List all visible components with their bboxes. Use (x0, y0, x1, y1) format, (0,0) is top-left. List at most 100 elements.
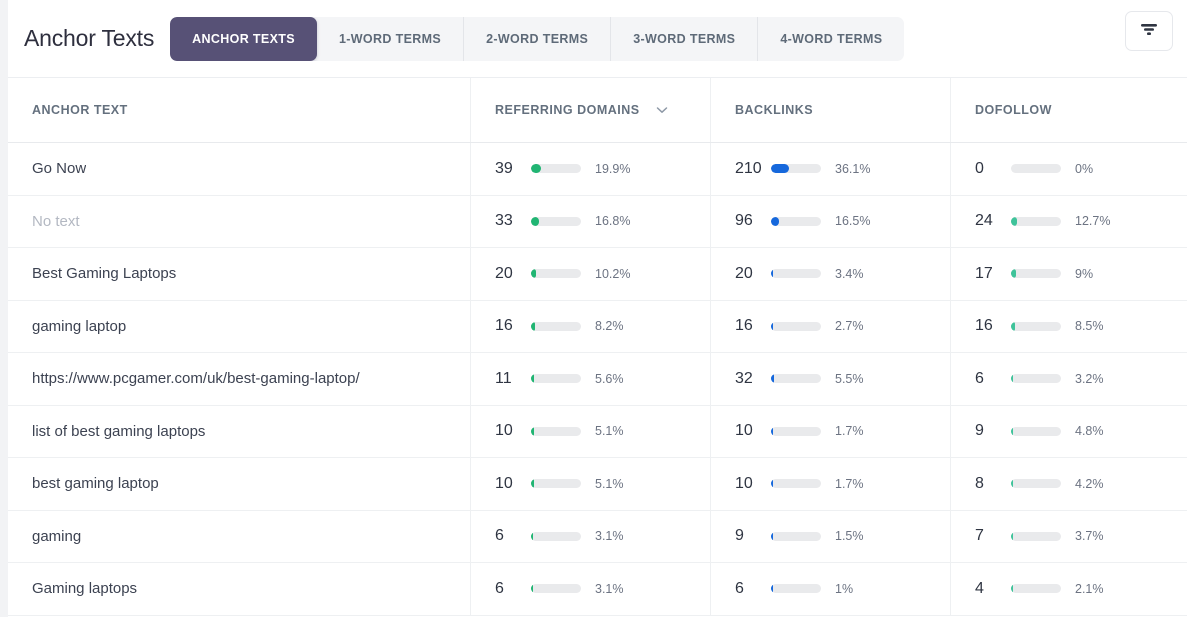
dofollow-value: 0 (975, 159, 984, 177)
referring-domains-bar-track (531, 216, 581, 226)
tab-3-word-terms[interactable]: 3-WORD TERMS (610, 16, 757, 61)
referring-domains-bar-track (531, 164, 581, 174)
dofollow-value: 9 (975, 422, 984, 440)
cell-dofollow: 24 12.7% (950, 195, 1187, 247)
cell-anchor-text[interactable]: gaming laptop (0, 301, 470, 353)
table-header-row: ANCHOR TEXT REFERRING DOMAINS BACKLINKS … (0, 78, 1187, 143)
cell-backlinks: 96 16.5% (710, 195, 950, 247)
referring-domains-bar-track (531, 374, 581, 384)
cell-anchor-text[interactable]: No text (0, 196, 470, 248)
dofollow-percent: 2.1% (1075, 581, 1104, 596)
backlinks-value: 96 (735, 212, 753, 230)
backlinks-bar-track (771, 374, 821, 384)
dofollow-percent: 4.2% (1075, 476, 1104, 491)
referring-domains-percent: 10.2% (595, 266, 631, 281)
column-header-label: BACKLINKS (735, 103, 814, 117)
cell-anchor-text[interactable]: Go Now (0, 143, 470, 195)
referring-domains-bar-track (531, 321, 581, 331)
backlinks-value: 9 (735, 527, 744, 545)
dofollow-bar-track (1011, 584, 1061, 594)
referring-domains-metric: 10 5.1% (495, 422, 710, 440)
dofollow-metric: 16 8.5% (975, 317, 1187, 335)
table-row[interactable]: Best Gaming Laptops 20 10.2% 20 3.4% 17 9% (0, 248, 1187, 301)
tab-label: ANCHOR TEXTS (192, 31, 295, 46)
cell-backlinks: 10 1.7% (710, 405, 950, 457)
column-header-dofollow[interactable]: DOFOLLOW (950, 78, 1187, 142)
cell-backlinks: 6 1% (710, 563, 950, 615)
table-row[interactable]: best gaming laptop 10 5.1% 10 1.7% 8 4.2% (0, 458, 1187, 511)
backlinks-metric: 10 1.7% (735, 475, 950, 493)
referring-domains-percent: 5.1% (595, 424, 624, 439)
referring-domains-bar-track (531, 479, 581, 489)
column-header-backlinks[interactable]: BACKLINKS (710, 78, 950, 142)
referring-domains-value: 20 (495, 264, 513, 282)
anchor-text-value: Go Now (32, 160, 87, 178)
cell-dofollow: 0 0% (950, 143, 1187, 195)
filter-button[interactable] (1125, 11, 1173, 51)
referring-domains-value: 10 (495, 474, 513, 492)
column-header-referring-domains[interactable]: REFERRING DOMAINS (470, 78, 710, 142)
column-header-anchor-text: ANCHOR TEXT (0, 78, 470, 142)
referring-domains-bar-fill (531, 321, 536, 331)
cell-anchor-text[interactable]: best gaming laptop (0, 458, 470, 510)
dofollow-metric: 0 0% (975, 160, 1187, 178)
cell-anchor-text[interactable]: https://www.pcgamer.com/uk/best-gaming-l… (0, 353, 470, 405)
cell-backlinks: 210 36.1% (710, 143, 950, 195)
table-row[interactable]: No text 33 16.8% 96 16.5% 24 12.7% (0, 195, 1187, 248)
backlinks-value: 6 (735, 579, 744, 597)
table-row[interactable]: Gaming laptops 6 3.1% 6 1% 4 2.1% (0, 563, 1187, 616)
cell-referring-domains: 11 5.6% (470, 353, 710, 405)
cell-anchor-text[interactable]: Gaming laptops (0, 563, 470, 615)
table-row[interactable]: gaming 6 3.1% 9 1.5% 7 3.7% (0, 510, 1187, 563)
table-row[interactable]: https://www.pcgamer.com/uk/best-gaming-l… (0, 353, 1187, 406)
dofollow-percent: 0% (1075, 161, 1094, 176)
referring-domains-percent: 16.8% (595, 214, 631, 229)
filter-icon (1139, 21, 1159, 42)
backlinks-value: 16 (735, 317, 753, 335)
cell-anchor-text[interactable]: gaming (0, 511, 470, 563)
dofollow-metric: 8 4.2% (975, 475, 1187, 493)
backlinks-bar-track (771, 216, 821, 226)
tab-1-word-terms[interactable]: 1-WORD TERMS (317, 17, 463, 61)
dofollow-bar-track (1011, 426, 1061, 436)
tab-anchor-texts[interactable]: ANCHOR TEXTS (170, 16, 317, 61)
backlinks-bar-track (771, 479, 821, 489)
tab-4-word-terms[interactable]: 4-WORD TERMS (757, 16, 904, 61)
backlinks-bar-fill (771, 216, 780, 226)
backlinks-bar-track (771, 321, 821, 331)
table-row[interactable]: list of best gaming laptops 10 5.1% 10 1.7% 9… (0, 405, 1187, 458)
dofollow-value: 7 (975, 527, 984, 545)
tab-label: 1-WORD TERMS (338, 31, 442, 46)
tab-group: ANCHOR TEXTS 1-WORD TERMS 2-WORD TERMS 3-WO… (170, 16, 905, 61)
dofollow-bar-fill (1011, 216, 1018, 226)
cell-anchor-text[interactable]: list of best gaming laptops (0, 406, 470, 458)
backlinks-bar-fill (771, 584, 773, 594)
backlinks-bar-fill (771, 374, 774, 384)
dofollow-bar-fill (1011, 321, 1016, 331)
referring-domains-value: 6 (495, 579, 504, 597)
referring-domains-metric: 39 19.9% (495, 160, 710, 178)
cell-dofollow: 6 3.2% (950, 353, 1187, 405)
chevron-down-icon[interactable] (656, 106, 668, 114)
cell-backlinks: 10 1.7% (710, 458, 950, 510)
cell-anchor-text[interactable]: Best Gaming Laptops (0, 248, 470, 300)
anchor-texts-page: Anchor Texts ANCHOR TEXTS 1-WORD TERMS 2-W… (0, 0, 1187, 617)
table-body: Go Now 39 19.9% 210 36.1% 0 0% No text 33 16.8% 96… (0, 143, 1187, 616)
referring-domains-percent: 3.1% (595, 529, 624, 544)
referring-domains-metric: 16 8.2% (495, 317, 710, 335)
backlinks-metric: 10 1.7% (735, 422, 950, 440)
backlinks-bar-fill (771, 479, 773, 489)
anchor-text-value: Best Gaming Laptops (32, 265, 177, 283)
tab-2-word-terms[interactable]: 2-WORD TERMS (463, 16, 610, 61)
table-row[interactable]: gaming laptop 16 8.2% 16 2.7% 16 8.5% (0, 300, 1187, 353)
referring-domains-percent: 19.9% (595, 161, 631, 176)
dofollow-percent: 4.8% (1075, 424, 1104, 439)
dofollow-percent: 12.7% (1075, 214, 1111, 229)
referring-domains-value: 6 (495, 527, 504, 545)
backlinks-percent: 36.1% (835, 161, 871, 176)
dofollow-bar-track (1011, 479, 1061, 489)
referring-domains-metric: 6 3.1% (495, 580, 710, 598)
backlinks-percent: 1.7% (835, 476, 864, 491)
referring-domains-percent: 8.2% (595, 319, 624, 334)
table-row[interactable]: Go Now 39 19.9% 210 36.1% 0 0% (0, 143, 1187, 196)
